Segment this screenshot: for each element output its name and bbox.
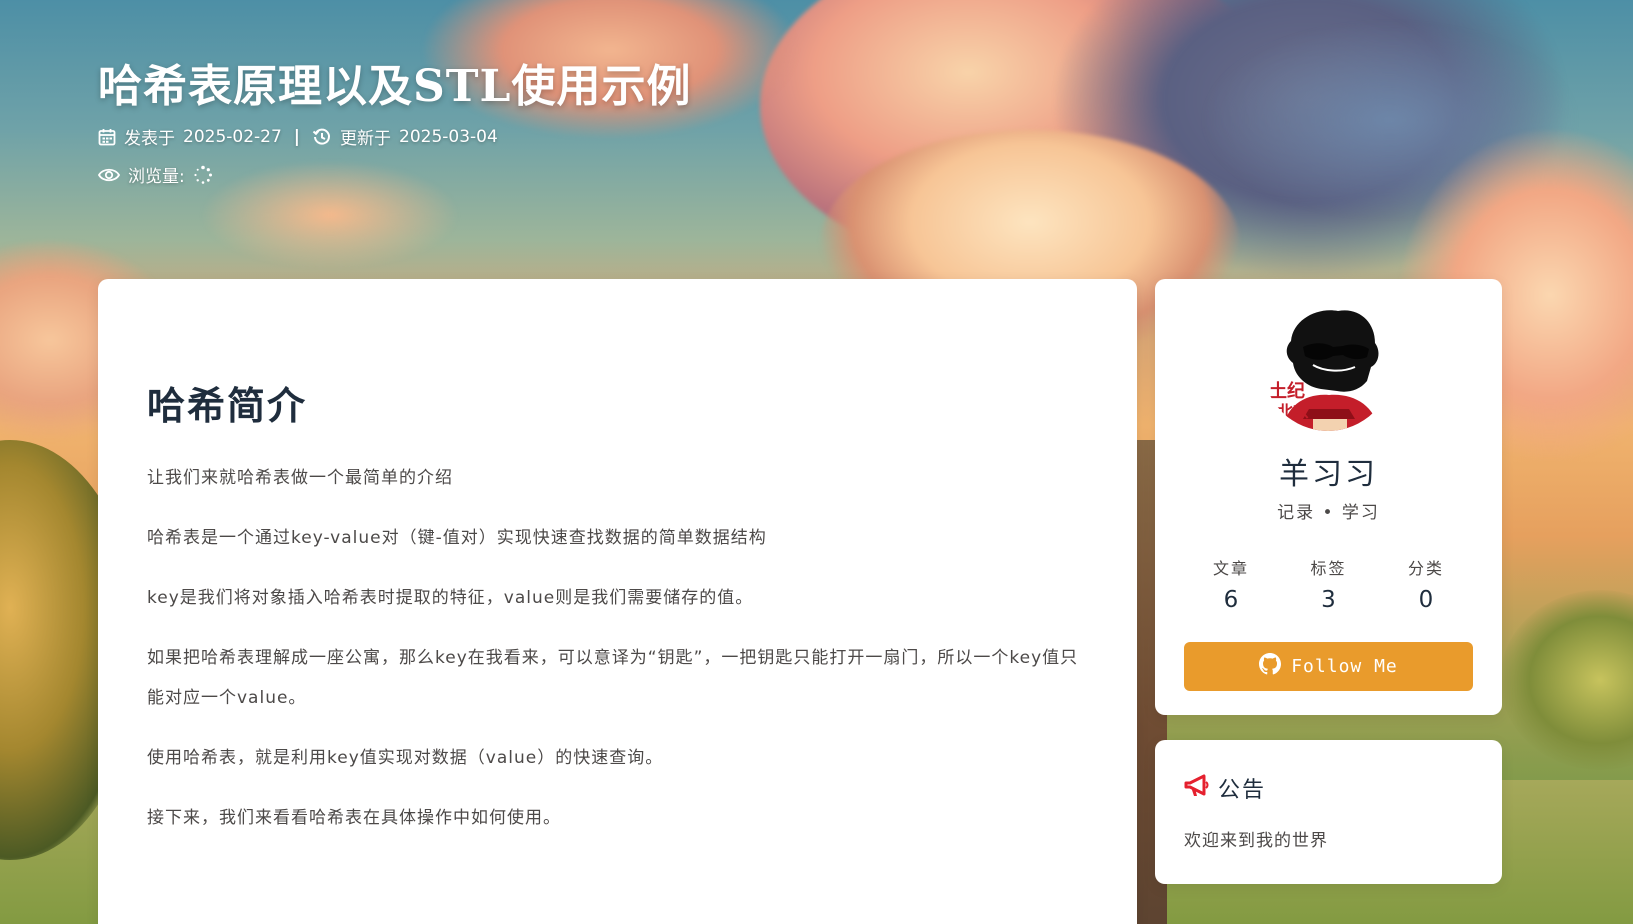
stat-label: 文章: [1212, 559, 1249, 578]
views-label: 浏览量:: [128, 167, 185, 187]
author-stats: 文章 6 标签 3 分类 0: [1183, 555, 1474, 613]
stat-tags[interactable]: 标签 3: [1281, 555, 1377, 613]
follow-me-label: Follow Me: [1291, 656, 1398, 677]
article-paragraph: key是我们将对象插入哈希表时提取的特征，value则是我们需要储存的值。: [147, 588, 754, 608]
stat-categories[interactable]: 分类 0: [1378, 555, 1474, 613]
updated-label: 更新于: [340, 129, 392, 149]
eye-icon: [98, 167, 120, 183]
published-date: 2025-02-27: [183, 126, 282, 147]
published-label: 发表于: [124, 129, 175, 149]
updated-date: 2025-03-04: [399, 126, 498, 147]
bullhorn-icon: [1184, 774, 1210, 802]
stat-label: 分类: [1407, 559, 1444, 578]
post-meta-views: 浏览量:: [98, 162, 213, 187]
article-paragraph: 使用哈希表，就是利用key值实现对数据（value）的快速查询。: [147, 748, 664, 768]
notice-text: 欢迎来到我的世界: [1184, 831, 1328, 851]
notice-card: 公告 欢迎来到我的世界: [1155, 740, 1502, 884]
article-paragraph: 接下来，我们来看看哈希表在具体操作中如何使用。: [147, 808, 561, 828]
stat-value: 0: [1418, 587, 1434, 613]
article-paragraph: 哈希表是一个通过key-value对（键-值对）实现快速查找数据的简单数据结构: [147, 528, 767, 548]
stat-value: 6: [1223, 587, 1239, 613]
svg-text:土纪: 土纪: [1269, 380, 1305, 402]
author-card: 土纪 北京 羊习习 记录 • 学习 文章 6 标签 3 分类 0 Follow …: [1155, 279, 1502, 715]
article-paragraph: 如果把哈希表理解成一座公寓，那么key在我看来，可以意译为“钥匙”，一把钥匙只能…: [147, 648, 1079, 708]
article-paragraph: 让我们来就哈希表做一个最简单的介绍: [147, 468, 453, 488]
stat-label: 标签: [1310, 559, 1347, 578]
notice-title: 公告: [1218, 778, 1267, 803]
calendar-icon: [98, 128, 116, 146]
stat-value: 3: [1321, 587, 1336, 613]
follow-me-button[interactable]: Follow Me: [1184, 642, 1473, 691]
stat-articles[interactable]: 文章 6: [1183, 555, 1279, 613]
article-heading: 哈希简介: [147, 383, 308, 428]
loading-spinner-icon: [193, 165, 213, 185]
history-icon: [312, 127, 332, 147]
svg-text:北京: 北京: [1277, 402, 1309, 421]
notice-header: 公告: [1184, 772, 1266, 804]
article-card: 哈希简介 让我们来就哈希表做一个最简单的介绍 哈希表是一个通过key-value…: [98, 279, 1137, 924]
author-name: 羊习习: [1279, 457, 1378, 492]
author-avatar[interactable]: 土纪 北京: [1263, 301, 1393, 431]
post-title: 哈希表原理以及STL使用示例: [98, 61, 692, 112]
github-icon: [1259, 653, 1282, 680]
meta-separator: |: [293, 126, 301, 147]
author-description: 记录 • 学习: [1277, 503, 1380, 523]
post-meta-dates: 发表于 2025-02-27 | 更新于 2025-03-04: [98, 124, 498, 149]
